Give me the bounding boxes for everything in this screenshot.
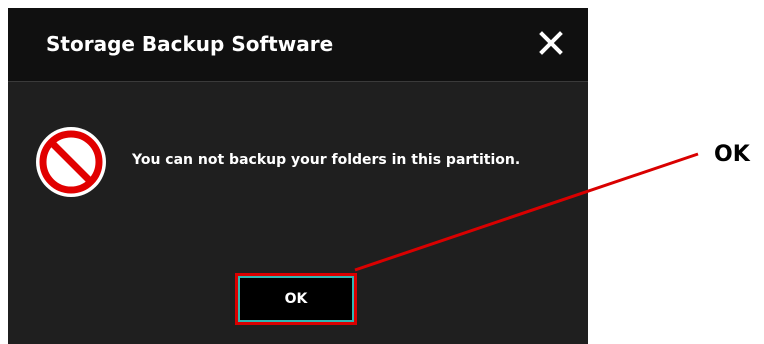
close-button[interactable] (536, 28, 566, 58)
screenshot-stage: Storage Backup Software You can not back… (0, 0, 764, 344)
prohibited-icon (34, 125, 108, 199)
ok-button[interactable]: OK (238, 276, 354, 322)
close-icon (539, 31, 563, 55)
dialog-titlebar: Storage Backup Software (8, 8, 588, 82)
error-dialog: Storage Backup Software You can not back… (8, 8, 588, 344)
ok-button-label: OK (284, 291, 308, 307)
callout-label: OK (714, 142, 750, 167)
error-message: You can not backup your folders in this … (132, 152, 521, 168)
dialog-title: Storage Backup Software (46, 32, 334, 56)
